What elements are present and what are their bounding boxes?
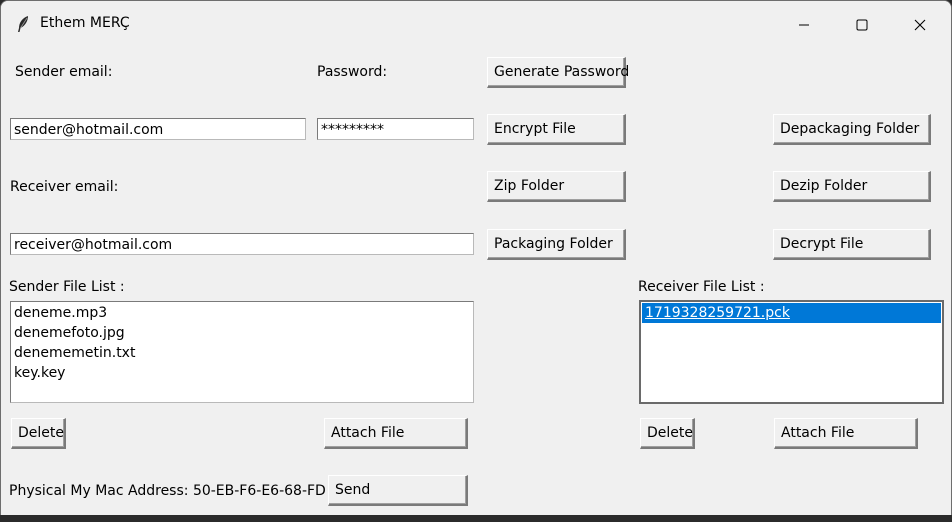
sender-file-list-label: Sender File List : (9, 279, 125, 295)
feather-icon (18, 16, 28, 32)
receiver-email-label: Receiver email: (10, 179, 119, 195)
depackaging-folder-button[interactable]: Depackaging Folder (773, 114, 931, 145)
zip-folder-button[interactable]: Zip Folder (487, 171, 626, 202)
receiver-attach-file-button[interactable]: Attach File (774, 418, 918, 449)
receiver-file-list-label: Receiver File List : (638, 279, 765, 295)
list-item[interactable]: deneme.mp3 (11, 303, 473, 323)
list-item[interactable]: denemefoto.jpg (11, 323, 473, 343)
maximize-button[interactable] (839, 9, 885, 41)
receiver-delete-button[interactable]: Delete (640, 418, 695, 449)
list-item[interactable]: denememetin.txt (11, 343, 473, 363)
password-label: Password: (317, 64, 388, 80)
password-field[interactable]: ********* (317, 118, 474, 140)
sender-email-label: Sender email: (15, 64, 113, 80)
receiver-email-field[interactable]: receiver@hotmail.com (10, 233, 474, 255)
list-item-selected[interactable]: 1719328259721.pck (642, 303, 941, 323)
minimize-button[interactable] (781, 9, 827, 41)
sender-email-field[interactable]: sender@hotmail.com (10, 118, 306, 140)
sender-attach-file-button[interactable]: Attach File (324, 418, 468, 449)
sender-file-list[interactable]: deneme.mp3 denemefoto.jpg denememetin.tx… (10, 301, 474, 403)
list-item[interactable]: key.key (11, 363, 473, 383)
mac-address-label: Physical My Mac Address: 50-EB-F6-E6-68-… (9, 483, 326, 499)
sender-delete-button[interactable]: Delete (11, 418, 66, 449)
dezip-folder-button[interactable]: Dezip Folder (773, 171, 931, 202)
close-icon (914, 19, 926, 31)
close-button[interactable] (897, 9, 943, 41)
receiver-file-list[interactable]: 1719328259721.pck (639, 300, 944, 404)
app-window: Ethem MERÇ Sender email: Password: Gener… (0, 0, 952, 517)
decrypt-file-button[interactable]: Decrypt File (773, 229, 931, 260)
generate-password-button[interactable]: Generate Password (487, 57, 629, 88)
send-button[interactable]: Send (328, 475, 468, 506)
title-bar[interactable]: Ethem MERÇ (1, 1, 951, 47)
maximize-icon (856, 19, 868, 31)
desktop-background (0, 515, 952, 522)
encrypt-file-button[interactable]: Encrypt File (487, 114, 626, 145)
window-title: Ethem MERÇ (40, 15, 130, 31)
minimize-icon (799, 24, 809, 26)
packaging-folder-button[interactable]: Packaging Folder (487, 229, 626, 260)
